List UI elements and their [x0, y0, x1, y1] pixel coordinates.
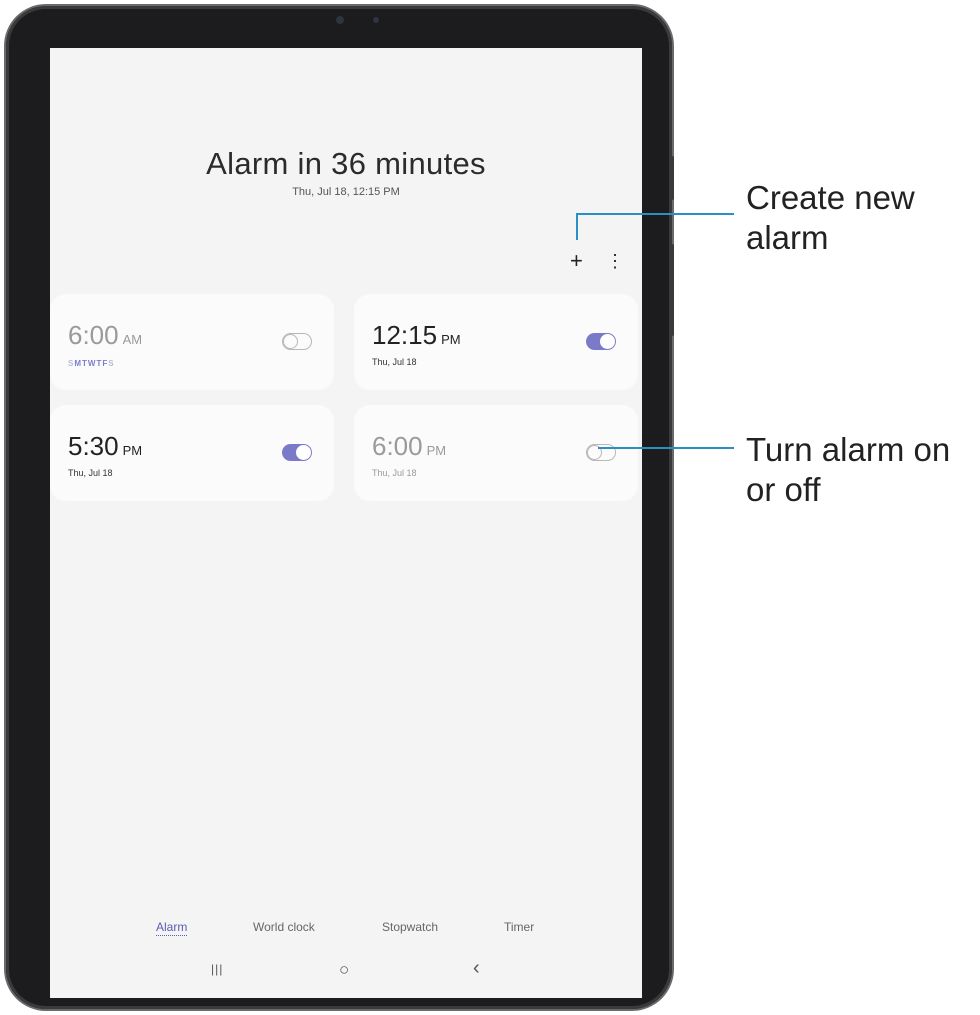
alarm-ampm: PM: [426, 443, 447, 458]
alarm-card-2[interactable]: 12:15 PM Thu, Jul 18: [354, 294, 638, 390]
tab-timer[interactable]: Timer: [504, 920, 534, 934]
alarm-card-4[interactable]: 6:00 PM Thu, Jul 18: [354, 405, 638, 501]
callout-line-toggle: [598, 447, 734, 449]
alarm-card-1[interactable]: 6:00 AM SMTWTFS: [50, 294, 334, 390]
callout-line-create-vertical: [576, 213, 578, 240]
front-camera: [336, 16, 344, 24]
next-alarm-datetime: Thu, Jul 18, 12:15 PM: [292, 186, 400, 198]
more-vertical-icon[interactable]: ⋮: [606, 251, 624, 272]
alarm-time: 6:00 AM: [68, 320, 142, 351]
alarm-time-value: 5:30: [68, 431, 119, 461]
alarm-time: 12:15 PM: [372, 320, 461, 351]
sensor: [373, 17, 379, 23]
alarm-time: 5:30 PM: [68, 431, 142, 462]
plus-icon[interactable]: +: [570, 248, 583, 274]
alarm-date: Thu, Jul 18: [68, 468, 113, 478]
system-navigation-bar: ||| ○ ‹: [50, 957, 642, 984]
bottom-tabs: Alarm World clock Stopwatch Timer: [50, 920, 642, 940]
toggle-knob: [296, 445, 311, 460]
alarm-toggle[interactable]: [282, 444, 312, 461]
toggle-knob: [283, 334, 298, 349]
alarm-repeat-days: SMTWTFS: [68, 359, 115, 368]
back-icon[interactable]: ‹: [473, 957, 480, 980]
alarm-ampm: AM: [122, 332, 143, 347]
alarm-date: Thu, Jul 18: [372, 468, 417, 478]
home-icon[interactable]: ○: [339, 960, 349, 980]
callout-create-line1: Create new: [746, 179, 915, 216]
callout-line-create-horizontal: [576, 213, 734, 215]
alarm-toggle[interactable]: [586, 333, 616, 350]
tablet-device: Alarm in 36 minutes Thu, Jul 18, 12:15 P…: [6, 6, 674, 1009]
day-mon: M: [74, 359, 83, 368]
alarm-toggle[interactable]: [282, 333, 312, 350]
power-button: [670, 244, 674, 336]
alarm-date: Thu, Jul 18: [372, 357, 417, 367]
alarm-ampm: PM: [122, 443, 143, 458]
alarm-time-value: 6:00: [68, 320, 119, 350]
tab-alarm[interactable]: Alarm: [156, 920, 188, 936]
callout-create-line2: alarm: [746, 219, 829, 256]
alarm-time: 6:00 PM: [372, 431, 446, 462]
callout-toggle-line2: or off: [746, 471, 821, 508]
alarm-header: Alarm in 36 minutes Thu, Jul 18, 12:15 P…: [50, 146, 642, 198]
callout-toggle-alarm: Turn alarm on or off: [746, 430, 950, 510]
recents-icon[interactable]: |||: [211, 962, 223, 976]
next-alarm-title: Alarm in 36 minutes: [206, 146, 486, 181]
callout-toggle-line1: Turn alarm on: [746, 431, 951, 468]
day-sat: S: [108, 359, 115, 368]
volume-button: [670, 156, 674, 200]
alarm-time-value: 12:15: [372, 320, 438, 350]
toggle-knob: [600, 334, 615, 349]
tab-world-clock[interactable]: World clock: [253, 920, 315, 934]
alarm-card-3[interactable]: 5:30 PM Thu, Jul 18: [50, 405, 334, 501]
tab-stopwatch[interactable]: Stopwatch: [382, 920, 438, 934]
alarm-ampm: PM: [441, 332, 461, 347]
callout-create-alarm: Create new alarm: [746, 178, 915, 258]
alarm-time-value: 6:00: [372, 431, 423, 461]
clock-app-screen: Alarm in 36 minutes Thu, Jul 18, 12:15 P…: [50, 48, 642, 998]
